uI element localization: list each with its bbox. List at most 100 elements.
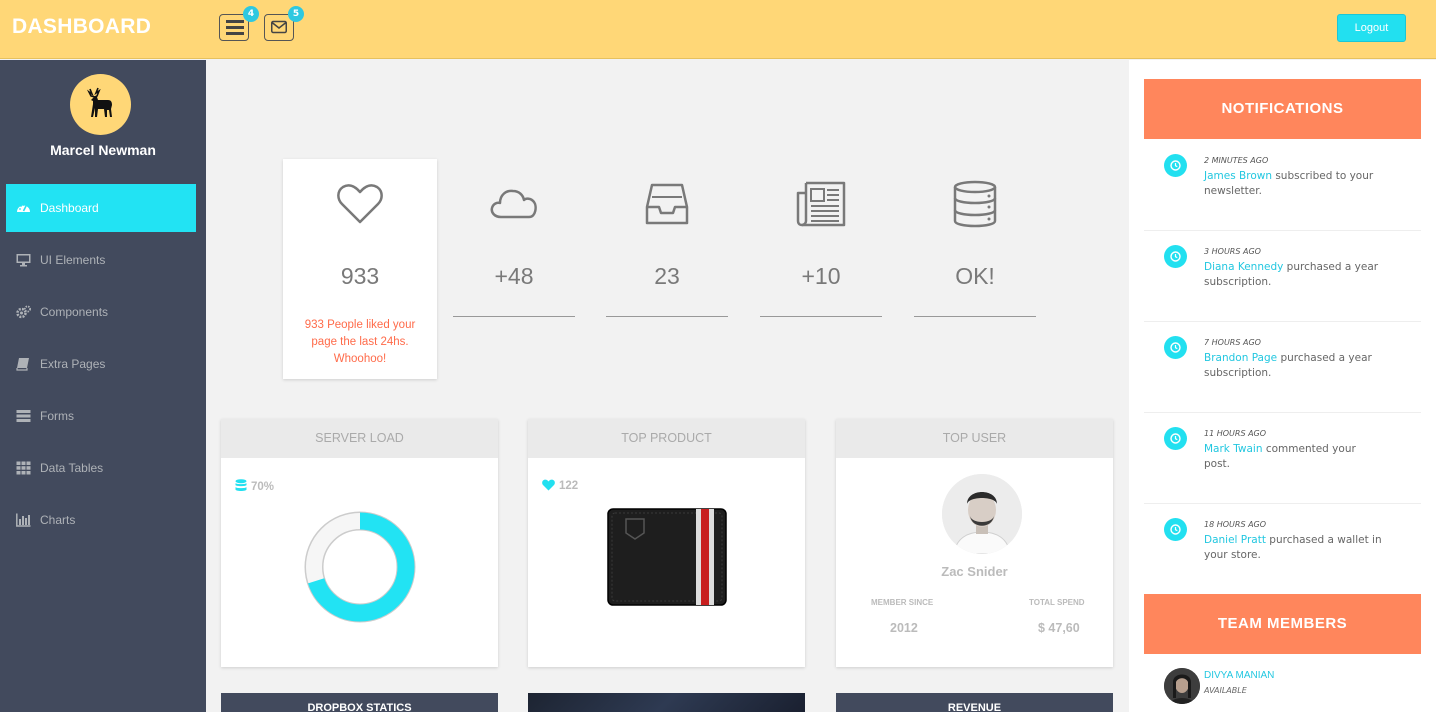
stat-divider bbox=[606, 316, 728, 317]
sidebar-item-extra-pages[interactable]: Extra Pages bbox=[6, 340, 196, 388]
notification-time: 2 MINUTES AGO bbox=[1204, 156, 1269, 165]
notification-text: Mark Twain commented your post. bbox=[1204, 442, 1384, 472]
product-likes: 122 bbox=[542, 479, 578, 492]
sidebar: Marcel Newman Dashboard UI Elements Comp… bbox=[0, 60, 206, 712]
envelope-icon bbox=[271, 20, 287, 34]
database-icon bbox=[235, 479, 247, 491]
notification-item[interactable]: 18 HOURS AGO Daniel Pratt purchased a wa… bbox=[1144, 504, 1421, 595]
sidebar-item-forms[interactable]: Forms bbox=[6, 392, 196, 440]
tasks-badge: 4 bbox=[243, 6, 259, 22]
stat-news: +10 bbox=[744, 159, 898, 379]
clock-icon bbox=[1164, 154, 1187, 177]
stat-cloud: +48 bbox=[437, 159, 591, 379]
team-member-status: AVAILABLE bbox=[1204, 686, 1247, 695]
logo[interactable]: DASHBOARD bbox=[12, 15, 151, 39]
sidebar-item-components[interactable]: Components bbox=[6, 288, 196, 336]
stat-database: OK! bbox=[898, 159, 1052, 379]
revenue-card-header: REVENUE bbox=[836, 693, 1113, 712]
clock-icon bbox=[1164, 336, 1187, 359]
stat-value: 23 bbox=[654, 263, 680, 289]
sidebar-item-charts[interactable]: Charts bbox=[6, 496, 196, 544]
stat-likes: 933 933 People liked your page the last … bbox=[283, 159, 437, 379]
clock-icon bbox=[1164, 427, 1187, 450]
bar-chart-icon bbox=[16, 513, 31, 527]
heart-icon bbox=[337, 184, 383, 224]
notifications-title: NOTIFICATIONS bbox=[1144, 79, 1421, 139]
top-user-card: TOP USER Zac Snider MEMBER SINCE TOTAL S… bbox=[836, 419, 1113, 667]
notification-item[interactable]: 3 HOURS AGO Diana Kennedy purchased a ye… bbox=[1144, 231, 1421, 322]
book-icon bbox=[16, 358, 29, 371]
notification-user-link[interactable]: James Brown bbox=[1204, 170, 1272, 182]
sidebar-item-label: Charts bbox=[40, 513, 76, 527]
cogs-icon bbox=[16, 305, 31, 319]
dashboard-icon bbox=[17, 204, 30, 212]
card-title: TOP PRODUCT bbox=[528, 419, 805, 458]
stat-divider bbox=[760, 316, 882, 317]
stat-value: 933 bbox=[340, 263, 380, 289]
username: Marcel Newman bbox=[50, 142, 156, 158]
sidebar-item-label: Extra Pages bbox=[40, 357, 106, 371]
stat-value: +10 bbox=[801, 263, 841, 289]
sidebar-item-label: Components bbox=[40, 305, 109, 319]
notification-time: 18 HOURS AGO bbox=[1204, 520, 1267, 529]
notification-item[interactable]: 7 HOURS AGO Brandon Page purchased a yea… bbox=[1144, 322, 1421, 413]
likes-count: 122 bbox=[559, 480, 579, 492]
deer-icon bbox=[86, 87, 112, 117]
member-portrait-icon bbox=[1164, 668, 1200, 704]
team-members-title: TEAM MEMBERS bbox=[1144, 594, 1421, 654]
sidebar-item-ui-elements[interactable]: UI Elements bbox=[6, 236, 196, 284]
dropbox-card-header: DROPBOX STATICS bbox=[221, 693, 498, 712]
tasks-icon bbox=[16, 410, 31, 422]
notification-text: Daniel Pratt purchased a wallet in your … bbox=[1204, 533, 1384, 563]
card-title: TOP USER bbox=[836, 419, 1113, 458]
server-load-card: SERVER LOAD 70% bbox=[221, 419, 498, 667]
user-name: Zac Snider bbox=[941, 564, 1008, 579]
heart-icon bbox=[542, 479, 555, 491]
mail-badge: 5 bbox=[288, 6, 304, 22]
card-title: SERVER LOAD bbox=[221, 419, 498, 458]
notification-user-link[interactable]: Mark Twain bbox=[1204, 443, 1263, 455]
notification-item[interactable]: 2 MINUTES AGO James Brown subscribed to … bbox=[1144, 140, 1421, 231]
tasks-button[interactable]: 4 bbox=[219, 6, 259, 41]
sidebar-item-label: Dashboard bbox=[40, 201, 99, 215]
mail-button[interactable]: 5 bbox=[264, 6, 304, 41]
member-since-label: MEMBER SINCE bbox=[871, 598, 934, 607]
notification-time: 3 HOURS AGO bbox=[1204, 247, 1261, 256]
stat-value: OK! bbox=[955, 263, 995, 289]
stat-value: +48 bbox=[494, 263, 534, 289]
notification-user-link[interactable]: Brandon Page bbox=[1204, 352, 1277, 364]
notification-time: 7 HOURS AGO bbox=[1204, 338, 1261, 347]
sidebar-item-label: Data Tables bbox=[40, 461, 104, 475]
logout-button[interactable]: Logout bbox=[1337, 14, 1406, 42]
desktop-icon bbox=[16, 254, 31, 267]
clock-icon bbox=[1164, 245, 1187, 268]
notification-time: 11 HOURS AGO bbox=[1204, 429, 1267, 438]
database-icon bbox=[953, 180, 997, 228]
notification-user-link[interactable]: Diana Kennedy bbox=[1204, 261, 1283, 273]
stat-inbox: 23 bbox=[590, 159, 744, 379]
avatar[interactable] bbox=[70, 74, 131, 135]
top-product-card: TOP PRODUCT 122 bbox=[528, 419, 805, 667]
server-load-percent: 70% bbox=[251, 481, 275, 493]
sidebar-item-data-tables[interactable]: Data Tables bbox=[6, 444, 196, 492]
user-portrait-icon bbox=[942, 474, 1022, 554]
notification-item[interactable]: 11 HOURS AGO Mark Twain commented your p… bbox=[1144, 413, 1421, 504]
cloud-icon bbox=[490, 189, 537, 219]
tasks-icon bbox=[226, 20, 244, 35]
clock-icon bbox=[1164, 518, 1187, 541]
user-photo[interactable] bbox=[942, 474, 1022, 554]
server-load-value: 70% bbox=[235, 479, 274, 493]
image-card bbox=[528, 693, 805, 712]
notification-user-link[interactable]: Daniel Pratt bbox=[1204, 534, 1266, 546]
team-member-avatar[interactable] bbox=[1164, 668, 1200, 704]
top-header: DASHBOARD 4 5 Logout bbox=[0, 0, 1436, 59]
team-member-name[interactable]: DIVYA MANIAN bbox=[1204, 670, 1274, 681]
notification-text: James Brown subscribed to your newslette… bbox=[1204, 169, 1384, 199]
sidebar-item-label: UI Elements bbox=[40, 253, 106, 267]
newspaper-icon bbox=[796, 181, 846, 227]
notification-text: Brandon Page purchased a year subscripti… bbox=[1204, 351, 1384, 381]
sidebar-item-dashboard[interactable]: Dashboard bbox=[6, 184, 196, 232]
wallet-product-image[interactable] bbox=[606, 507, 728, 607]
notification-text: Diana Kennedy purchased a year subscript… bbox=[1204, 260, 1384, 290]
grid-icon bbox=[16, 461, 31, 475]
